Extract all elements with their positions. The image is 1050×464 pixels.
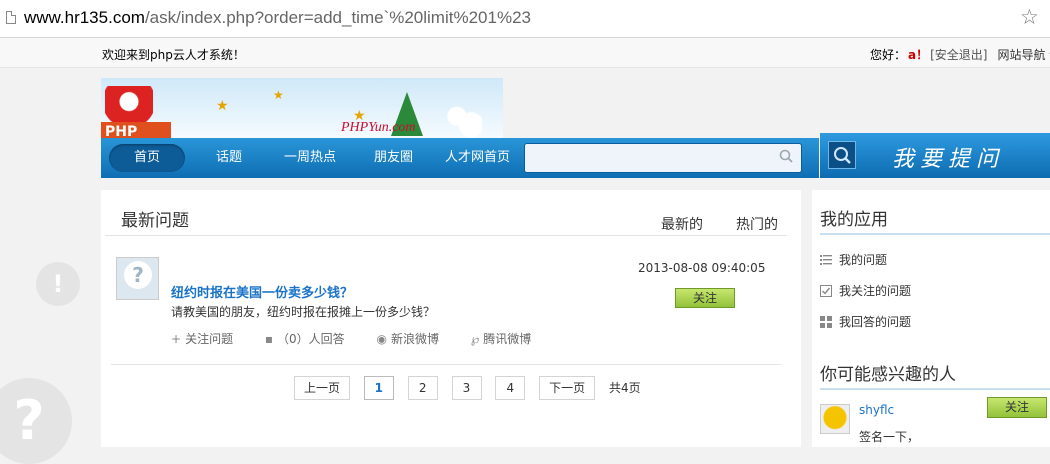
person-signature: 签名一下， [859, 428, 919, 445]
my-apps-title: 我的应用 [820, 205, 888, 230]
warning-icon: ! [36, 262, 80, 306]
welcome-text: 欢迎来到php云人才系统！ [102, 46, 245, 63]
next-page-button[interactable]: 下一页 [539, 376, 595, 400]
follow-question-button[interactable]: 关注 [675, 288, 735, 308]
bookmark-star-icon[interactable]: ☆ [1020, 5, 1039, 29]
grid-icon [820, 316, 832, 328]
share-tencent-weibo[interactable]: ℘腾讯微博 [471, 332, 545, 346]
follow-question-action[interactable]: +关注问题 [171, 332, 247, 346]
question-mark-icon: ? [0, 378, 72, 464]
brand-text: PHPYun.com [341, 120, 416, 136]
ask-question-button[interactable]: 我要提问 [820, 133, 1050, 178]
page-2-button[interactable]: 2 [408, 376, 438, 400]
share-sina-weibo[interactable]: ◉新浪微博 [377, 332, 454, 346]
ask-icon [828, 141, 856, 169]
divider [820, 233, 1050, 235]
nav-home[interactable]: 首页 [109, 144, 185, 172]
checkbox-icon [820, 285, 832, 297]
site-banner[interactable]: PHP ★ ★ ★ PHPYun.com [101, 78, 503, 138]
panel-title: 最新问题 [121, 206, 189, 231]
latest-questions-panel: 最新问题 最新的 热门的 ? 纽约时报在美国一份卖多少钱？ 请教美国的朋友，纽约… [101, 190, 801, 447]
sidebar-item-answered-questions[interactable]: 我回答的问题 [820, 313, 911, 330]
username-link[interactable]: a！ [908, 48, 928, 62]
question-actions: +关注问题 ▪（0）人回答 ◉新浪微博 ℘腾讯微博 [171, 330, 559, 347]
divider [105, 235, 787, 236]
question-title-link[interactable]: 纽约时报在美国一份卖多少钱？ [171, 282, 353, 301]
tab-hot[interactable]: 热门的 [736, 214, 778, 234]
nav-talent-home[interactable]: 人才网首页 [445, 138, 510, 178]
nav-topics[interactable]: 话题 [216, 138, 242, 178]
page-4-button[interactable]: 4 [495, 376, 525, 400]
weibo-icon: ◉ [377, 332, 387, 346]
top-bar: 欢迎来到php云人才系统！ 您好：a！[安全退出] 网站导航 ▾ [0, 38, 1050, 68]
answers-action[interactable]: ▪（0）人回答 [265, 332, 359, 346]
tab-latest[interactable]: 最新的 [661, 214, 703, 234]
logo: PHP [101, 122, 171, 138]
prev-page-button[interactable]: 上一页 [294, 376, 350, 400]
divider [111, 364, 781, 365]
greeting: 您好： [870, 48, 906, 62]
star-icon: ★ [216, 98, 229, 114]
avatar[interactable] [820, 404, 850, 434]
address-bar[interactable]: www.hr135.com/ask/index.php?order=add_ti… [0, 0, 1050, 38]
sidebar: 我的应用 我的问题 我关注的问题 我回答的问题 你可能感兴趣的人 shyflc … [812, 190, 1050, 447]
nav-weekly-hot[interactable]: 一周热点 [284, 138, 336, 178]
page-icon [6, 11, 16, 24]
site-nav-dropdown[interactable]: 网站导航 ▾ [998, 48, 1050, 62]
default-avatar-icon: ? [124, 261, 152, 289]
search-icon[interactable] [779, 149, 793, 163]
page-3-button[interactable]: 3 [452, 376, 482, 400]
divider [820, 388, 1050, 390]
page-1-button[interactable]: 1 [364, 376, 394, 400]
asker-avatar[interactable]: ? [116, 257, 159, 300]
user-area: 您好：a！[安全退出] 网站导航 ▾ [870, 46, 1050, 63]
search-box [524, 143, 802, 173]
logout-link[interactable]: [安全退出] [930, 48, 987, 62]
question-time: 2013-08-08 09:40:05 [638, 261, 765, 275]
comment-icon: ▪ [265, 332, 273, 346]
sidebar-item-my-questions[interactable]: 我的问题 [820, 251, 887, 268]
list-icon [820, 254, 832, 266]
sidebar-item-followed-questions[interactable]: 我关注的问题 [820, 282, 911, 299]
people-title: 你可能感兴趣的人 [820, 360, 956, 385]
snowman-image [446, 106, 482, 138]
star-icon: ★ [273, 88, 284, 102]
plus-icon: + [171, 332, 181, 346]
follow-person-button[interactable]: 关注 [987, 397, 1047, 418]
search-input[interactable] [529, 147, 773, 171]
url-text[interactable]: www.hr135.com/ask/index.php?order=add_ti… [24, 8, 531, 28]
person-name-link[interactable]: shyflc [859, 403, 894, 417]
nav-friends[interactable]: 朋友圈 [374, 138, 413, 178]
tencent-weibo-icon: ℘ [471, 332, 479, 346]
ask-label: 我要提问 [892, 141, 1004, 173]
total-pages: 共4页 [609, 379, 641, 396]
pagination: 上一页 1 2 3 4 下一页 共4页 [294, 376, 641, 400]
question-description: 请教美国的朋友，纽约时报在报摊上一份多少钱？ [171, 303, 435, 320]
